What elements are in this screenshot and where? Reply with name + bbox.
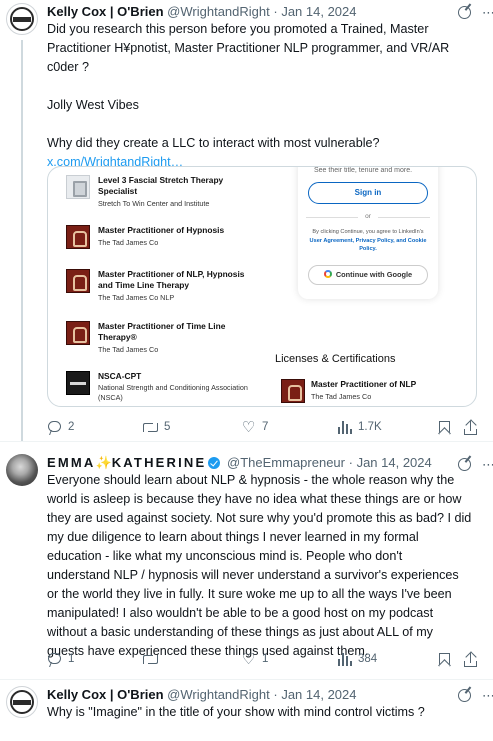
views-button[interactable]: 1.7K [337, 418, 382, 436]
views-icon [337, 652, 352, 667]
heart-icon: ♡ [241, 650, 256, 668]
bookmark-button[interactable] [437, 650, 452, 672]
org-logo [66, 321, 90, 345]
license-org: The Tad James Co NLP [98, 293, 175, 302]
repost-button[interactable] [143, 650, 164, 668]
tweet-text: Everyone should learn about NLP & hypnos… [47, 471, 487, 661]
license-org: Stretch To Win Center and Institute [98, 199, 210, 208]
tweet-3[interactable]: Kelly Cox | O'Brien @WrightandRight · Ja… [0, 680, 493, 741]
tweet-date[interactable]: Jan 14, 2024 [281, 4, 356, 19]
tweet-text: Did you research this person before you … [47, 20, 487, 172]
text-line: my due diligence to learn about things I… [47, 530, 419, 544]
text-line: education - like what my unconscious min… [47, 549, 403, 563]
text-line: Did you research this person before you … [47, 22, 429, 36]
reply-button[interactable]: 1 [47, 650, 74, 668]
org-logo [281, 379, 305, 403]
tweet-1[interactable]: Kelly Cox | O'Brien @WrightandRight · Ja… [0, 0, 493, 441]
text-line: understand NLP / hypnosis will never und… [47, 568, 459, 582]
text-line: or the world they live in fully. It sure… [47, 587, 452, 601]
license-org: The Tad James Co [311, 392, 372, 401]
author-handle[interactable]: @WrightandRight [167, 4, 270, 19]
org-logo [66, 269, 90, 293]
like-button[interactable]: ♡ 7 [241, 418, 269, 436]
text-line: Everyone should learn about NLP & hypnos… [47, 473, 455, 487]
text-line: Jolly West Vibes [47, 98, 139, 112]
text-line: Practitioner H¥pnotist, Master Practitio… [47, 41, 450, 55]
tweet-date[interactable]: Jan 14, 2024 [357, 455, 432, 470]
terms-text: By clicking Continue, you agree to Linke… [309, 229, 427, 252]
tweet-date[interactable]: Jan 14, 2024 [281, 687, 356, 702]
license-org: The Tad James Co [98, 345, 159, 354]
thread-line [21, 40, 23, 441]
tweet-text: Why is "Imagine" in the title of your sh… [47, 703, 487, 722]
text-line: Why did they create a LLC to interact wi… [47, 136, 380, 150]
org-logo [66, 175, 90, 199]
license-title: Master Practitioner of NLP, Hypnosis and… [98, 269, 245, 290]
avatar[interactable] [6, 3, 38, 35]
tweet-actions: 2 5 ♡ 7 1.7K [47, 418, 487, 440]
heart-icon: ♡ [241, 418, 256, 436]
text-line: without a basic understanding of these t… [47, 625, 433, 639]
author-handle[interactable]: @TheEmmapreneur [227, 455, 345, 470]
signin-button: Sign in [308, 182, 428, 204]
avatar[interactable] [6, 454, 38, 486]
signin-prompt: See their title, tenure and more. [314, 167, 413, 174]
author-name[interactable]: Kelly Cox | O'Brien [47, 4, 164, 19]
text-line: they are used against society. Not sure … [47, 511, 472, 525]
views-button[interactable]: 384 [337, 650, 377, 668]
or-divider: or [298, 213, 438, 220]
org-logo [66, 371, 90, 395]
views-icon [337, 420, 352, 435]
google-signin-button: Continue with Google [308, 265, 428, 285]
text-line: c0der ? [47, 60, 90, 74]
avatar[interactable] [6, 686, 38, 718]
license-org: National Strength and Conditioning Assoc… [98, 383, 248, 402]
author-name[interactable]: Kelly Cox | O'Brien [47, 687, 164, 702]
share-button[interactable] [463, 418, 478, 436]
license-title: Master Practitioner of NLP [311, 379, 417, 389]
bookmark-icon [437, 652, 452, 672]
license-title: Level 3 Fascial Stretch Therapy Speciali… [98, 175, 224, 196]
google-icon [323, 270, 332, 278]
tweet-actions: 1 ♡ 1 384 [47, 650, 487, 672]
license-title: Master Practitioner of Hypnosis [98, 225, 225, 235]
license-title: Master Practitioner of Time Line Therapy… [98, 321, 226, 342]
section-heading: Licenses & Certifications [275, 353, 396, 365]
text-line: world is asleep is because they have no … [47, 492, 462, 506]
tweet-header: Kelly Cox | O'Brien @WrightandRight · Ja… [47, 4, 357, 19]
share-icon [463, 650, 478, 667]
repost-icon [143, 652, 158, 667]
tweet-header: Kelly Cox | O'Brien @WrightandRight · Ja… [47, 687, 357, 702]
org-logo [66, 225, 90, 249]
tweet-2[interactable]: EMMA✨KATHERINE @TheEmmapreneur · Jan 14,… [0, 442, 493, 679]
author-handle[interactable]: @WrightandRight [167, 687, 270, 702]
bookmark-button[interactable] [437, 418, 452, 440]
license-org: The Tad James Co [98, 238, 159, 247]
embedded-image-card[interactable]: Level 3 Fascial Stretch Therapy Speciali… [47, 166, 477, 407]
text-line: Why is "Imagine" in the title of your sh… [47, 705, 425, 719]
bookmark-icon [437, 420, 452, 440]
tweet-header: EMMA✨KATHERINE @TheEmmapreneur · Jan 14,… [47, 455, 432, 470]
repost-icon [143, 420, 158, 435]
reply-button[interactable]: 2 [47, 418, 74, 436]
reply-icon [47, 420, 62, 435]
repost-button[interactable]: 5 [143, 418, 170, 436]
linkedin-panel: See their title, tenure and more. Sign i… [273, 167, 476, 406]
signin-modal: See their title, tenure and more. Sign i… [298, 167, 438, 299]
verified-badge-icon [208, 457, 221, 469]
reply-icon [47, 652, 62, 667]
author-name[interactable]: EMMA✨KATHERINE [47, 455, 206, 470]
license-title: NSCA-CPT [98, 371, 142, 381]
text-line: manipulated! I also wouldn't be able to … [47, 606, 434, 620]
share-button[interactable] [463, 650, 478, 668]
share-icon [463, 418, 478, 435]
like-button[interactable]: ♡ 1 [241, 650, 269, 668]
